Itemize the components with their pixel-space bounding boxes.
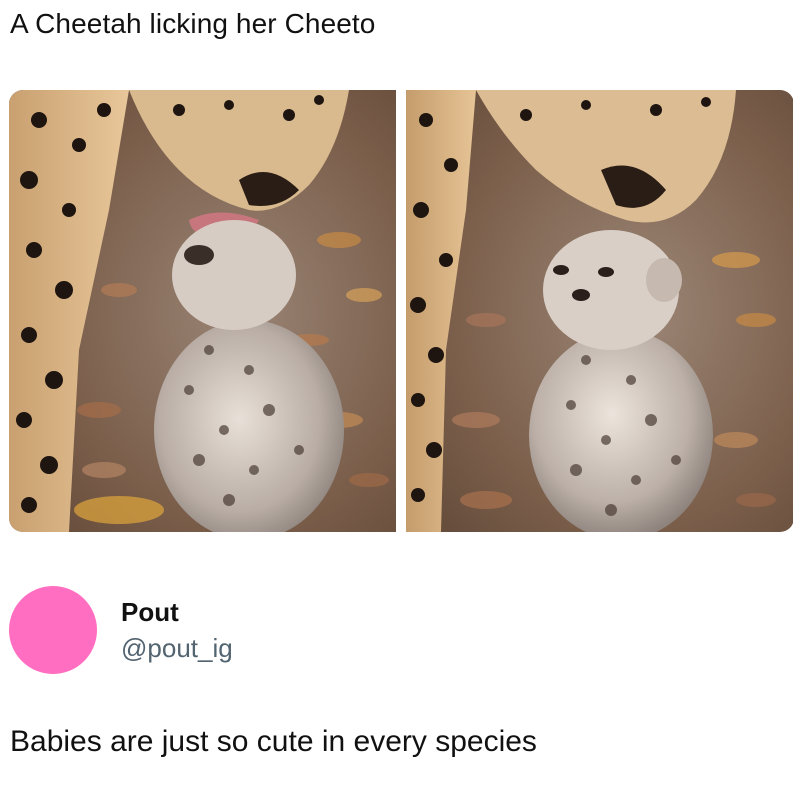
display-name[interactable]: Pout (121, 596, 233, 628)
photo-right[interactable] (406, 90, 793, 532)
tweet-text: Babies are just so cute in every species (10, 725, 537, 758)
post-title: A Cheetah licking her Cheeto (10, 8, 376, 39)
user-handle[interactable]: @pout_ig (121, 632, 233, 664)
author-text: Pout @pout_ig (121, 596, 233, 664)
avatar[interactable] (9, 586, 97, 674)
photo-left[interactable] (9, 90, 396, 532)
author-row[interactable]: Pout @pout_ig (9, 586, 609, 674)
image-grid (9, 90, 794, 532)
cheetah-licking-cub-photo (9, 90, 396, 532)
cheetah-cub-photo (406, 90, 793, 532)
